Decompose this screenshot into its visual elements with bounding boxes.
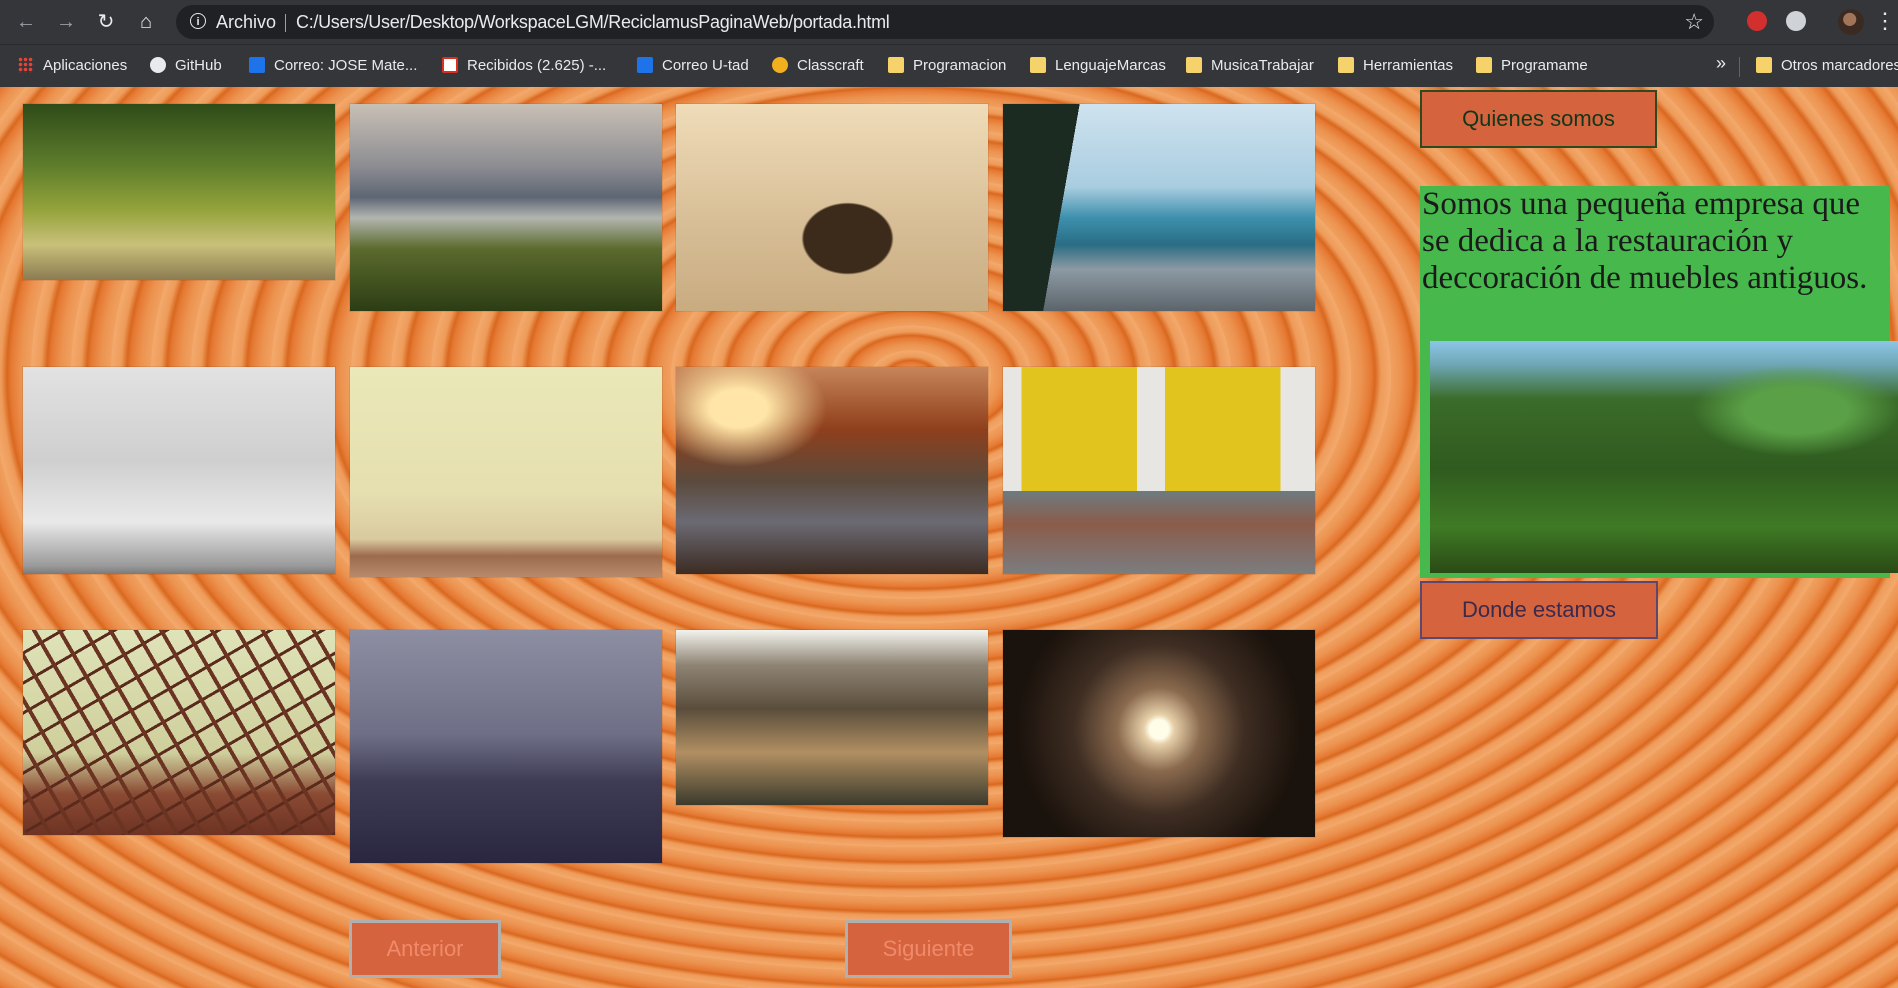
site-info-icon[interactable]: i — [190, 13, 206, 29]
bookmark-correo-jose[interactable]: Correo: JOSE Mate... — [249, 55, 417, 77]
bookmark-programame[interactable]: Programame — [1476, 55, 1588, 77]
reload-icon[interactable]: ↻ — [94, 10, 118, 34]
folder-icon — [1756, 57, 1772, 73]
extension-icon[interactable] — [1786, 11, 1806, 31]
tunnel-light-photo — [1003, 630, 1315, 837]
rocky-beach-photo — [1003, 104, 1315, 311]
lake-mountains-photo — [350, 104, 662, 311]
bookmark-herramientas[interactable]: Herramientas — [1338, 55, 1453, 77]
outlook-icon — [637, 57, 653, 73]
vintage-cars-photo — [1003, 367, 1315, 574]
foggy-pier-photo — [350, 367, 662, 577]
browser-toolbar: ← → ↻ ⌂ i Archivo C:/Users/User/Desktop/… — [0, 0, 1898, 44]
scheme-label: Archivo — [216, 12, 277, 32]
bookmark-label: Classcraft — [797, 57, 864, 74]
stormy-sea-photo — [350, 630, 662, 863]
folder-icon — [1186, 57, 1202, 73]
apps-grid-icon — [18, 57, 34, 73]
seagull-sky-photo — [23, 367, 335, 574]
about-panel: Somos una pequeña empresa que se dedica … — [1420, 186, 1898, 578]
sunset-road-photo — [676, 367, 988, 574]
rock-cliffs-photo — [676, 630, 988, 805]
bookmark-label: Programacion — [913, 57, 1007, 74]
back-arrow-icon[interactable]: ← — [14, 10, 38, 34]
address-divider — [285, 14, 286, 32]
quienes-somos-button[interactable]: Quienes somos — [1420, 90, 1657, 148]
url-text[interactable]: C:/Users/User/Desktop/WorkspaceLGM/Recic… — [296, 12, 890, 33]
siguiente-button[interactable]: Siguiente — [845, 920, 1012, 978]
gmail-icon — [442, 57, 458, 73]
bookmark-otros-marcadores[interactable]: Otros marcadores — [1756, 55, 1898, 77]
folder-icon — [888, 57, 904, 73]
chameleon-photo — [1430, 341, 1898, 573]
bookmark-musicatrabajar[interactable]: MusicaTrabajar — [1186, 55, 1314, 77]
couple-bench-photo — [676, 104, 988, 311]
github-icon — [150, 57, 166, 73]
more-bookmarks-icon[interactable]: » — [1716, 53, 1726, 74]
folder-icon — [1338, 57, 1354, 73]
classcraft-icon — [772, 57, 788, 73]
about-text: Somos una pequeña empresa que se dedica … — [1422, 186, 1868, 296]
anterior-button[interactable]: Anterior — [349, 920, 501, 978]
bookmarks-bar: Aplicaciones GitHub Correo: JOSE Mate...… — [0, 44, 1898, 88]
browser-menu-icon[interactable]: ⋮ — [1874, 8, 1896, 34]
bookmark-classcraft[interactable]: Classcraft — [772, 55, 864, 77]
bookmark-label: Otros marcadores — [1781, 57, 1898, 74]
donde-estamos-button[interactable]: Donde estamos — [1420, 581, 1658, 639]
forward-arrow-icon[interactable]: → — [54, 10, 78, 34]
bookmark-label: Correo: JOSE Mate... — [274, 57, 418, 74]
folder-icon — [1476, 57, 1492, 73]
bookmark-label: Correo U-tad — [662, 57, 749, 74]
bookmark-label: Herramientas — [1363, 57, 1454, 74]
bookmark-label: Programame — [1501, 57, 1588, 74]
profile-avatar[interactable] — [1838, 9, 1864, 35]
forest-moss-photo — [23, 104, 335, 280]
adblock-extension-icon[interactable] — [1747, 11, 1767, 31]
bookmark-label: LenguajeMarcas — [1055, 57, 1166, 74]
bookmark-label: MusicaTrabajar — [1211, 57, 1314, 74]
bookmark-github[interactable]: GitHub — [150, 55, 222, 77]
bookmark-programacion[interactable]: Programacion — [888, 55, 1006, 77]
bookmark-aplicaciones[interactable]: Aplicaciones — [18, 55, 127, 77]
bookmark-lenguajemarcas[interactable]: LenguajeMarcas — [1030, 55, 1166, 77]
bookmark-label: GitHub — [175, 57, 222, 74]
page-content: Quienes somos Somos una pequeña empresa … — [0, 87, 1898, 988]
bridge-structure-photo — [23, 630, 335, 835]
home-icon[interactable]: ⌂ — [134, 10, 158, 34]
bookmark-recibidos[interactable]: Recibidos (2.625) -... — [442, 55, 606, 77]
bookmark-label: Recibidos (2.625) -... — [467, 57, 607, 74]
bookmark-correo-utad[interactable]: Correo U-tad — [637, 55, 749, 77]
outlook-icon — [249, 57, 265, 73]
address-bar[interactable]: i Archivo C:/Users/User/Desktop/Workspac… — [176, 5, 1714, 39]
bookmark-star-icon[interactable]: ☆ — [1684, 9, 1704, 35]
bookmarks-divider — [1739, 57, 1740, 77]
folder-icon — [1030, 57, 1046, 73]
bookmark-label: Aplicaciones — [43, 57, 128, 74]
